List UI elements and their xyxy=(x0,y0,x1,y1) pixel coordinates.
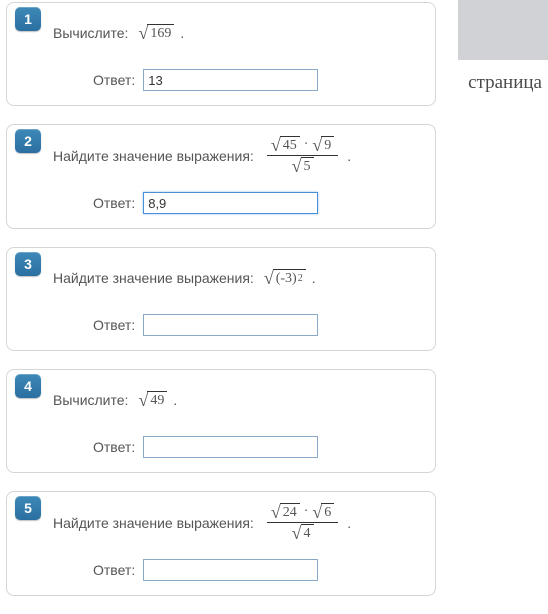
question-number-badge: 1 xyxy=(15,7,41,31)
question-number-badge: 2 xyxy=(15,129,41,153)
answer-input[interactable] xyxy=(143,559,318,581)
question-number-badge: 5 xyxy=(15,496,41,520)
formula: √(-3)2 xyxy=(264,269,306,287)
question-number-badge: 4 xyxy=(15,374,41,398)
answer-label: Ответ: xyxy=(93,439,135,455)
sqrt-expr: √(-3)2 xyxy=(264,269,306,287)
sqrt-expr: √4 xyxy=(292,524,314,542)
period: . xyxy=(347,515,351,531)
prompt-text: Найдите значение выражения: xyxy=(53,148,254,164)
question-card: 2 Найдите значение выражения: √45·√9 √5. Отв… xyxy=(6,124,436,229)
answer-row: Ответ: xyxy=(53,559,421,581)
formula: √45·√9 √5 xyxy=(264,135,341,176)
question-number-badge: 3 xyxy=(15,252,41,276)
fraction: √24·√6 √4 xyxy=(267,502,338,543)
period: . xyxy=(347,148,351,164)
prompt-line: Вычислите: √49. xyxy=(53,380,421,420)
answer-input[interactable] xyxy=(143,192,318,214)
answer-input[interactable] xyxy=(143,314,318,336)
formula: √24·√6 √4 xyxy=(264,502,341,543)
prompt-line: Найдите значение выражения: √45·√9 √5. xyxy=(53,135,421,176)
answer-label: Ответ: xyxy=(93,562,135,578)
question-card: 1 Вычислите: √169. Ответ: xyxy=(6,2,436,106)
prompt-line: Найдите значение выражения: √24·√6 √4. xyxy=(53,502,421,543)
prompt-text: Найдите значение выражения: xyxy=(53,515,254,531)
fraction: √45·√9 √5 xyxy=(267,135,338,176)
answer-row: Ответ: xyxy=(53,436,421,458)
sqrt-expr: √45 xyxy=(271,136,300,154)
mult-dot: · xyxy=(304,504,309,520)
answer-input[interactable] xyxy=(143,436,318,458)
period: . xyxy=(173,392,177,408)
question-card: 5 Найдите значение выражения: √24·√6 √4. Отв… xyxy=(6,491,436,596)
prompt-text: Найдите значение выражения: xyxy=(53,270,254,286)
prompt-line: Вычислите: √169. xyxy=(53,13,421,53)
sqrt-expr: √169 xyxy=(138,24,174,42)
period: . xyxy=(312,270,316,286)
prompt-text: Вычислите: xyxy=(53,392,128,408)
prompt-line: Найдите значение выражения: √(-3)2. xyxy=(53,258,421,298)
answer-row: Ответ: xyxy=(53,69,421,91)
formula: √49 xyxy=(138,391,167,409)
sqrt-expr: √6 xyxy=(312,503,334,521)
answer-row: Ответ: xyxy=(53,314,421,336)
answer-label: Ответ: xyxy=(93,317,135,333)
answer-label: Ответ: xyxy=(93,72,135,88)
prompt-text: Вычислите: xyxy=(53,25,128,41)
sqrt-expr: √9 xyxy=(312,136,334,154)
mult-dot: · xyxy=(304,137,309,153)
answer-input[interactable] xyxy=(143,69,318,91)
formula: √169 xyxy=(138,24,174,42)
question-card: 4 Вычислите: √49. Ответ: xyxy=(6,369,436,473)
question-card: 3 Найдите значение выражения: √(-3)2. Ответ… xyxy=(6,247,436,351)
sqrt-expr: √49 xyxy=(138,391,167,409)
sqrt-expr: √5 xyxy=(292,157,314,175)
answer-label: Ответ: xyxy=(93,195,135,211)
period: . xyxy=(180,25,184,41)
answer-row: Ответ: xyxy=(53,192,421,214)
sqrt-expr: √24 xyxy=(271,503,300,521)
